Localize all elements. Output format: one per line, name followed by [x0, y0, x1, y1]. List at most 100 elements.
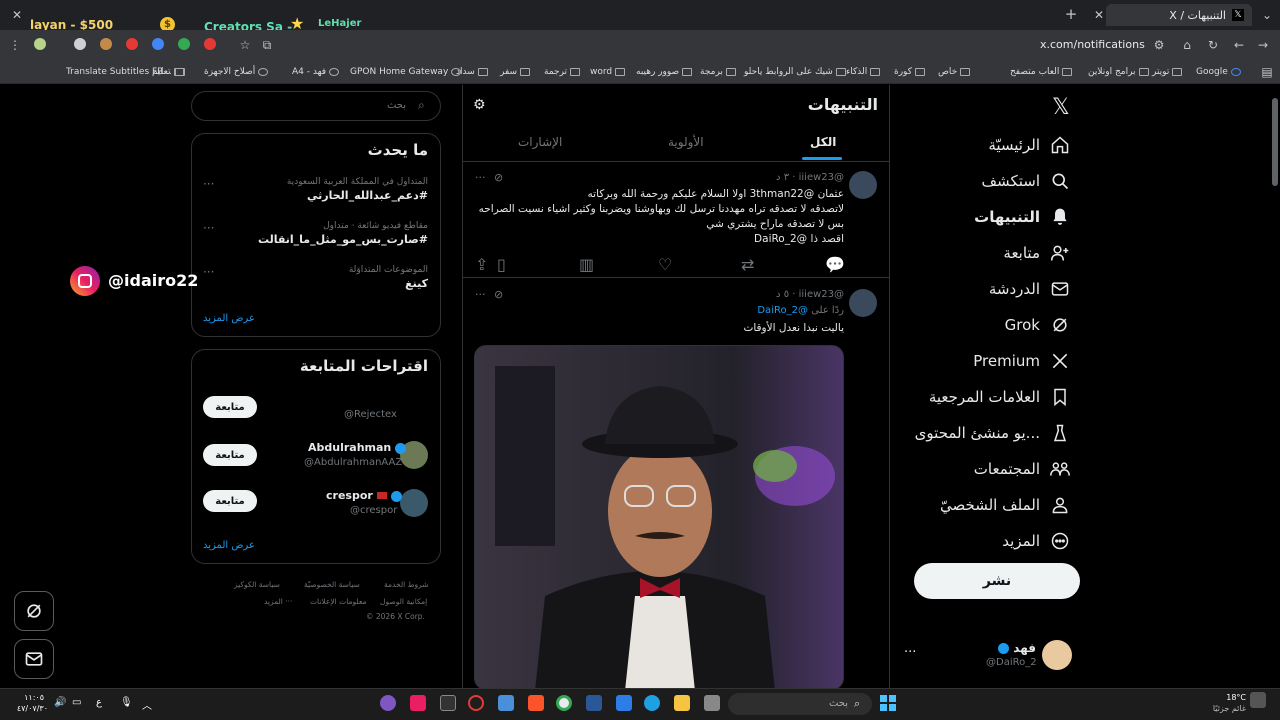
reload-icon[interactable]: ↻ [1204, 36, 1222, 54]
bookmark-item[interactable]: أصلاح الاجهزة [204, 64, 269, 80]
nav-item-follow[interactable]: متابعة [1003, 239, 1070, 267]
extension-icon-6[interactable] [178, 38, 190, 50]
nav-item-notifications[interactable]: التنبيهات [974, 203, 1070, 231]
nav-item-messages[interactable]: الدردشة [989, 275, 1070, 303]
clock-date[interactable]: ٤٧/٠٧/٣٠ [8, 704, 48, 713]
trend-name[interactable]: #صارت_بس_مو_مثل_ما_انقالت [230, 233, 428, 246]
show-hidden-icons-icon[interactable]: ︿ [142, 697, 152, 712]
bookmark-item[interactable]: Google [1196, 64, 1241, 80]
app-icon[interactable] [440, 695, 456, 711]
store-icon[interactable] [616, 695, 632, 711]
follow-button[interactable]: متابعة [203, 490, 257, 512]
suggestion-handle[interactable]: @AbdulrahmanAAZ [304, 457, 402, 468]
url-text[interactable]: x.com/notifications [1040, 38, 1145, 51]
account-avatar[interactable] [1042, 640, 1072, 670]
nav-item-bookmarks[interactable]: العلامات المرجعية [929, 383, 1070, 411]
like-icon[interactable]: ♡ [658, 255, 672, 274]
extension-icon-5[interactable] [152, 38, 164, 50]
show-more-trends-link[interactable]: عرض المزيد [203, 313, 255, 324]
extension-icon-4[interactable] [126, 38, 138, 50]
footer-link[interactable]: ··· المزيد [264, 597, 292, 606]
weather-icon[interactable] [1250, 692, 1266, 708]
edge-icon[interactable] [644, 695, 660, 711]
grok-explain-icon[interactable]: ⊘ [494, 288, 503, 301]
tab-all[interactable]: الكل [810, 135, 836, 149]
nav-item-premium[interactable]: Premium [973, 347, 1070, 375]
suggestion-handle[interactable]: @Rejectex [344, 409, 397, 420]
browser-tab-active[interactable]: 𝕏 التنبيهات / X [1106, 4, 1252, 26]
nav-item-creator-studio[interactable]: ...يو منشئ المحتوى [915, 419, 1070, 447]
bookmark-item[interactable]: برامج اونلاين [1088, 64, 1149, 80]
tab-mentions[interactable]: الإشارات [518, 135, 562, 149]
battery-icon[interactable]: ▭ [72, 697, 81, 708]
install-app-icon[interactable]: ⧉ [258, 36, 276, 54]
suggestion-handle[interactable]: @crespor [350, 505, 397, 516]
suggestion-name[interactable]: Abdulrahman [308, 441, 407, 454]
show-more-suggestions-link[interactable]: عرض المزيد [203, 540, 255, 551]
scrollbar-thumb[interactable] [1272, 98, 1278, 186]
home-browser-icon[interactable]: ⌂ [1178, 36, 1196, 54]
language-indicator[interactable]: ع [96, 697, 102, 708]
back-icon[interactable]: → [1254, 36, 1272, 54]
nav-item-home[interactable]: الرئيسيّة [988, 131, 1070, 159]
footer-link[interactable]: سياسة الكوكيز [234, 580, 280, 589]
trend-name[interactable]: #دعم_عبدالله_الحارثي [230, 189, 428, 202]
extension-icon-7[interactable] [204, 38, 216, 50]
bookmark-item[interactable]: شيك على الروابط ياحلو [744, 64, 846, 80]
follow-button[interactable]: متابعة [203, 444, 257, 466]
trend-name[interactable]: كينغ [230, 277, 428, 290]
search-input[interactable]: ⌕ بحث [191, 91, 441, 121]
follow-button[interactable]: متابعة [203, 396, 257, 418]
nav-item-communities[interactable]: المجتمعات [974, 455, 1070, 483]
nav-item-explore[interactable]: استكشف [982, 167, 1070, 195]
tweet-avatar[interactable] [849, 171, 877, 199]
clock-time[interactable]: ١١:٠٥ [12, 693, 44, 702]
trend-more-icon[interactable]: ··· [203, 177, 214, 191]
settings-gear-icon[interactable]: ⚙ [473, 97, 486, 113]
suggestion-avatar[interactable] [400, 489, 428, 517]
bookmark-item[interactable]: خاص [938, 64, 971, 80]
grok-float-button[interactable] [14, 591, 54, 631]
app-icon[interactable] [468, 695, 484, 711]
task-view-icon[interactable] [704, 695, 720, 711]
trend-more-icon[interactable]: ··· [203, 265, 214, 279]
suggestion-name[interactable]: crespor [326, 489, 402, 502]
bookmark-item[interactable]: الذكاء [846, 64, 881, 80]
post-button[interactable]: نشر [914, 563, 1080, 599]
volume-icon[interactable]: 🔊 [54, 697, 66, 708]
share-icon[interactable]: ⇪ [475, 255, 489, 274]
tweet-handle[interactable]: @iiiew23 [799, 172, 844, 183]
nav-item-more[interactable]: المزيد [1002, 527, 1070, 555]
footer-link[interactable]: سياسة الخصوصيّة [304, 580, 360, 589]
windows-start-icon[interactable] [880, 695, 896, 711]
bookmark-item[interactable]: كورة [894, 64, 925, 80]
all-bookmarks-icon[interactable]: ▤ [1258, 63, 1276, 81]
tweet-more-icon[interactable]: ··· [475, 288, 486, 301]
bookmark-item[interactable]: فهد - A4 [292, 64, 340, 80]
bookmark-item[interactable]: صوور رهيبه [636, 64, 693, 80]
tweet-avatar[interactable] [849, 289, 877, 317]
x-logo-icon[interactable]: 𝕏 [1052, 95, 1070, 120]
outlook-icon[interactable] [498, 695, 514, 711]
bookmark-item[interactable]: word [590, 64, 626, 80]
extension-icon-2[interactable] [74, 38, 86, 50]
forward-icon[interactable]: ← [1230, 36, 1248, 54]
bookmark-item[interactable]: برمجة [700, 64, 736, 80]
extension-icon-1[interactable] [34, 38, 46, 50]
tab-close-icon[interactable]: ✕ [1090, 6, 1108, 24]
trend-more-icon[interactable]: ··· [203, 221, 214, 235]
tweet-more-icon[interactable]: ··· [475, 171, 486, 184]
messages-float-button[interactable] [14, 639, 54, 679]
bookmark-action-icon[interactable]: ▯ [497, 255, 511, 274]
taskbar-search-input[interactable]: ⌕ بحث [728, 693, 872, 715]
bookmark-item[interactable]: ترجمة [544, 64, 581, 80]
bookmark-item[interactable]: العاب متصفح [1010, 64, 1073, 80]
nav-item-grok[interactable]: Grok [1005, 311, 1070, 339]
grok-explain-icon[interactable]: ⊘ [494, 171, 503, 184]
new-tab-button[interactable]: + [1062, 5, 1080, 23]
tweet-handle[interactable]: @iiiew23 [799, 289, 844, 300]
app-icon[interactable] [380, 695, 396, 711]
menu-icon[interactable]: ⋮ [6, 36, 24, 54]
account-more-icon[interactable]: ··· [904, 645, 916, 660]
footer-link[interactable]: شروط الخدمة [384, 580, 429, 589]
